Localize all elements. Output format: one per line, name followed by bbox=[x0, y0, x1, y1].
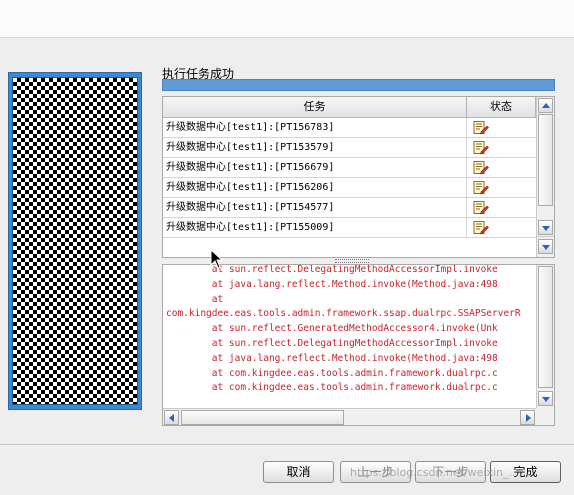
document-edit-icon[interactable] bbox=[473, 141, 489, 155]
table-secondary-scrollbar[interactable] bbox=[536, 236, 554, 257]
task-cell: 升级数据中心[test1]:[PT153579] bbox=[163, 138, 467, 157]
table-header: 任务 状态 bbox=[163, 97, 536, 118]
splitter-handle[interactable] bbox=[335, 259, 369, 263]
document-edit-icon[interactable] bbox=[473, 161, 489, 175]
scroll-down-button[interactable] bbox=[538, 391, 553, 406]
task-cell: 升级数据中心[test1]:[PT156206] bbox=[163, 178, 467, 197]
progress-bar bbox=[162, 79, 555, 91]
status-cell bbox=[467, 138, 536, 157]
side-image-panel bbox=[8, 72, 142, 410]
column-header-task[interactable]: 任务 bbox=[163, 97, 467, 117]
table-row[interactable]: 升级数据中心[test1]:[PT156679] bbox=[163, 158, 536, 178]
arrow-down-icon bbox=[542, 226, 550, 231]
log-line: at com.kingdee.eas.tools.admin.framework… bbox=[166, 367, 498, 379]
task-cell: 升级数据中心[test1]:[PT156783] bbox=[163, 118, 467, 137]
tasks-table: 任务 状态 升级数据中心[test1]:[PT156783] 升级数据中心[tes… bbox=[162, 96, 555, 258]
task-cell: 升级数据中心[test1]:[PT154577] bbox=[163, 198, 467, 217]
log-line: at bbox=[166, 293, 224, 305]
table-row[interactable]: 升级数据中心[test1]:[PT154577] bbox=[163, 198, 536, 218]
column-header-status[interactable]: 状态 bbox=[467, 97, 536, 117]
document-edit-icon[interactable] bbox=[473, 221, 489, 235]
header-band bbox=[0, 0, 574, 38]
cancel-button[interactable]: 取消 bbox=[263, 461, 334, 483]
log-panel: at sun.reflect.DelegatingMethodAccessorI… bbox=[162, 264, 555, 426]
status-cell bbox=[467, 218, 536, 237]
log-horizontal-scrollbar[interactable] bbox=[163, 408, 536, 425]
task-cell: 升级数据中心[test1]:[PT155009] bbox=[163, 218, 467, 237]
log-line: at sun.reflect.GeneratedMethodAccessor4.… bbox=[166, 323, 498, 335]
log-line: at java.lang.reflect.Method.invoke(Metho… bbox=[166, 278, 498, 290]
mouse-cursor-icon bbox=[210, 249, 224, 269]
log-line: at sun.reflect.DelegatingMethodAccessorI… bbox=[166, 337, 498, 349]
arrow-right-icon bbox=[526, 414, 531, 422]
scroll-left-button[interactable] bbox=[164, 410, 179, 425]
arrow-up-icon bbox=[542, 103, 550, 108]
log-text: at sun.reflect.DelegatingMethodAccessorI… bbox=[166, 265, 534, 408]
table-vertical-scrollbar[interactable] bbox=[536, 97, 554, 236]
scroll-thumb[interactable] bbox=[181, 410, 344, 425]
arrow-left-icon bbox=[169, 414, 174, 422]
task-cell: 升级数据中心[test1]:[PT156679] bbox=[163, 158, 467, 177]
log-line: at java.lang.reflect.Method.invoke(Metho… bbox=[166, 352, 498, 364]
scroll-thumb[interactable] bbox=[538, 114, 553, 206]
footer-divider bbox=[0, 444, 574, 445]
scroll-down-button[interactable] bbox=[538, 220, 553, 235]
arrow-down-icon bbox=[542, 245, 550, 250]
transparent-placeholder-image bbox=[12, 77, 138, 405]
log-line: at com.kingdee.eas.tools.admin.framework… bbox=[166, 382, 498, 394]
status-cell bbox=[467, 178, 536, 197]
scroll-thumb[interactable] bbox=[538, 266, 553, 388]
arrow-down-icon bbox=[542, 397, 550, 402]
scroll-up-button[interactable] bbox=[538, 98, 553, 113]
scroll-corner bbox=[536, 408, 554, 425]
status-cell bbox=[467, 118, 536, 137]
document-edit-icon[interactable] bbox=[473, 121, 489, 135]
table-body: 升级数据中心[test1]:[PT156783] 升级数据中心[test1]:[P… bbox=[163, 118, 536, 238]
status-cell bbox=[467, 158, 536, 177]
document-edit-icon[interactable] bbox=[473, 181, 489, 195]
table-row[interactable]: 升级数据中心[test1]:[PT156206] bbox=[163, 178, 536, 198]
status-cell bbox=[467, 198, 536, 217]
document-edit-icon[interactable] bbox=[473, 201, 489, 215]
log-vertical-scrollbar[interactable] bbox=[536, 265, 554, 425]
log-line: com.kingdee.eas.tools.admin.framework.ss… bbox=[166, 308, 521, 320]
table-row[interactable]: 升级数据中心[test1]:[PT153579] bbox=[163, 138, 536, 158]
scroll-down-button[interactable] bbox=[538, 239, 553, 254]
watermark: https://blog.csdn.net/weixin_... bbox=[350, 466, 520, 479]
scroll-right-button[interactable] bbox=[520, 410, 535, 425]
table-row[interactable]: 升级数据中心[test1]:[PT155009] bbox=[163, 218, 536, 238]
table-row[interactable]: 升级数据中心[test1]:[PT156783] bbox=[163, 118, 536, 138]
